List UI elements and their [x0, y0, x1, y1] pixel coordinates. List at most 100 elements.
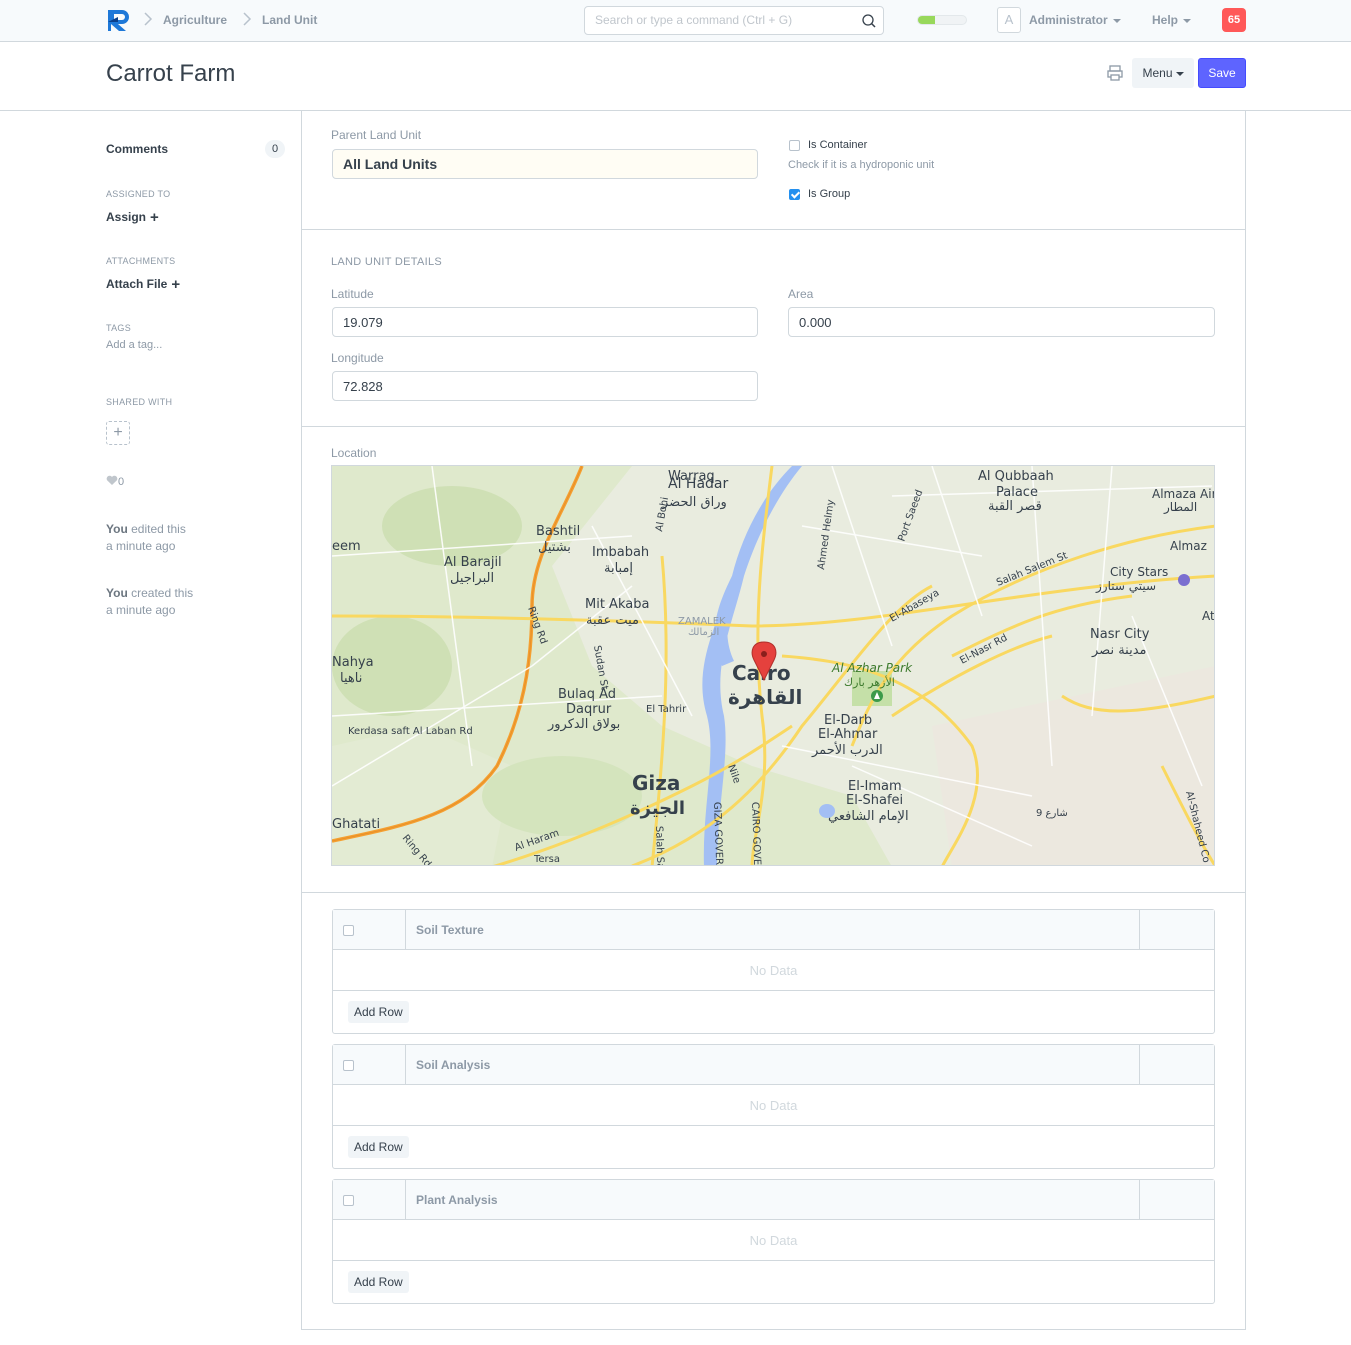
notifications-badge[interactable]: 65	[1222, 8, 1246, 32]
activity-who: You	[106, 586, 128, 600]
activity-when: a minute ago	[106, 539, 176, 553]
select-all-checkbox[interactable]	[343, 1060, 354, 1071]
svg-text:Al Qubbaah: Al Qubbaah	[978, 469, 1054, 484]
help-label: Help	[1152, 13, 1179, 27]
soil-analysis-table: Soil Analysis No Data Add Row	[332, 1044, 1215, 1169]
breadcrumb-agriculture[interactable]: Agriculture	[163, 13, 227, 27]
share-add-button[interactable]: +	[106, 421, 130, 445]
latitude-field[interactable]	[332, 307, 758, 337]
search-input[interactable]	[595, 13, 855, 27]
table-header: Soil Texture	[333, 910, 1214, 950]
location-map[interactable]: Warraq Al Hadar وراق الحضر Bashtil بشتيل…	[331, 465, 1215, 866]
section-divider	[302, 426, 1245, 427]
activity-created: You created this a minute ago	[106, 585, 193, 619]
svg-text:Nahya: Nahya	[332, 655, 374, 670]
chevron-down-icon	[1112, 18, 1121, 23]
svg-text:Al Azhar Park: Al Azhar Park	[831, 661, 913, 675]
column-divider	[405, 1180, 406, 1220]
plant-analysis-table: Plant Analysis No Data Add Row	[332, 1179, 1215, 1304]
is-group-label: Is Group	[808, 188, 851, 200]
svg-text:CAIRO GOVER: CAIRO GOVER	[749, 802, 762, 866]
is-group-checkbox[interactable]	[789, 189, 800, 200]
svg-text:الأزهر بارك: الأزهر بارك	[844, 675, 895, 689]
svg-text:eem: eem	[332, 539, 361, 554]
awesome-bar	[584, 6, 884, 35]
land-unit-details-heading: LAND UNIT DETAILS	[331, 256, 443, 268]
table-header: Soil Analysis	[333, 1045, 1214, 1085]
menu-button[interactable]: Menu	[1132, 58, 1194, 88]
no-data-message: No Data	[333, 1085, 1214, 1126]
svg-text:بولاق الدكرور: بولاق الدكرور	[547, 717, 620, 732]
svg-text:Mit Akaba: Mit Akaba	[585, 597, 649, 612]
like-button[interactable]: 0	[106, 474, 124, 491]
is-container-help: Check if it is a hydroponic unit	[788, 159, 935, 171]
svg-text:El-Imam: El-Imam	[848, 779, 902, 794]
parent-land-unit-label: Parent Land Unit	[331, 128, 422, 142]
svg-text:Salah Sa: Salah Sa	[653, 826, 666, 866]
svg-text:الدرب الأحمر: الدرب الأحمر	[811, 741, 883, 758]
svg-text:قصر القبة: قصر القبة	[988, 499, 1042, 514]
user-menu[interactable]: Administrator	[1029, 13, 1121, 27]
chevron-down-icon	[1175, 71, 1184, 76]
assign-button[interactable]: Assign +	[106, 209, 159, 226]
svg-text:بشتيل: بشتيل	[538, 540, 571, 555]
page-title: Carrot Farm	[106, 60, 236, 87]
attach-file-button[interactable]: Attach File +	[106, 276, 180, 293]
svg-text:Bashtil: Bashtil	[536, 524, 580, 539]
breadcrumb-chevron-icon	[243, 12, 252, 26]
svg-text:المطار: المطار	[1163, 500, 1197, 515]
is-container-checkbox[interactable]	[789, 140, 800, 151]
location-label: Location	[331, 446, 377, 460]
svg-text:Ghatati: Ghatati	[332, 817, 380, 832]
svg-text:ZAMALEK: ZAMALEK	[678, 616, 726, 627]
no-data-message: No Data	[333, 950, 1214, 991]
svg-text:Tersa: Tersa	[533, 854, 560, 865]
svg-text:ناهيا: ناهيا	[340, 671, 362, 686]
svg-text:الإمام الشافعي: الإمام الشافعي	[828, 809, 909, 824]
longitude-label: Longitude	[331, 351, 384, 365]
column-divider	[1139, 1045, 1140, 1085]
save-button[interactable]: Save	[1198, 58, 1246, 88]
svg-text:مدينة نصر: مدينة نصر	[1091, 643, 1147, 658]
heart-icon	[106, 475, 118, 485]
svg-text:El-Darb: El-Darb	[824, 713, 872, 728]
attachments-label: ATTACHMENTS	[106, 256, 176, 266]
svg-text:Almaz: Almaz	[1170, 539, 1207, 553]
column-divider	[405, 910, 406, 950]
area-field[interactable]	[788, 307, 1215, 337]
longitude-field[interactable]	[332, 371, 758, 401]
activity-what: created this	[127, 586, 194, 600]
add-row-button[interactable]: Add Row	[348, 1136, 409, 1158]
svg-text:Al Hadar: Al Hadar	[668, 476, 728, 492]
svg-text:GIZA GOVER: GIZA GOVER	[711, 802, 724, 866]
table-header: Plant Analysis	[333, 1180, 1214, 1220]
select-all-checkbox[interactable]	[343, 925, 354, 936]
setup-progress-bar[interactable]	[917, 15, 967, 25]
app-logo-icon[interactable]	[106, 8, 134, 32]
select-all-checkbox[interactable]	[343, 1195, 354, 1206]
parent-land-unit-field[interactable]	[332, 149, 758, 179]
table-title: Plant Analysis	[416, 1193, 498, 1207]
print-icon[interactable]	[1106, 64, 1124, 82]
help-menu[interactable]: Help	[1152, 13, 1192, 27]
comments-link[interactable]: Comments	[106, 142, 168, 156]
svg-text:القاهرة: القاهرة	[728, 685, 802, 709]
attach-file-label: Attach File	[106, 277, 168, 291]
menu-label: Menu	[1142, 66, 1173, 80]
shared-with-label: SHARED WITH	[106, 397, 173, 407]
breadcrumb-land-unit[interactable]: Land Unit	[262, 13, 317, 27]
search-icon[interactable]	[861, 13, 877, 29]
add-tag-input[interactable]: Add a tag...	[106, 337, 162, 354]
column-divider	[1139, 1180, 1140, 1220]
add-row-button[interactable]: Add Row	[348, 1001, 409, 1023]
add-row-button[interactable]: Add Row	[348, 1271, 409, 1293]
svg-text:Giza: Giza	[632, 771, 680, 795]
assigned-to-label: ASSIGNED TO	[106, 189, 171, 199]
svg-text:الجيزة: الجيزة	[630, 798, 685, 819]
tags-label: TAGS	[106, 323, 132, 333]
svg-text:City Stars: City Stars	[1110, 565, 1168, 579]
avatar[interactable]: A	[997, 7, 1021, 33]
soil-texture-table: Soil Texture No Data Add Row	[332, 909, 1215, 1034]
map-tiles: Warraq Al Hadar وراق الحضر Bashtil بشتيل…	[332, 466, 1214, 866]
chevron-down-icon	[1183, 18, 1192, 23]
